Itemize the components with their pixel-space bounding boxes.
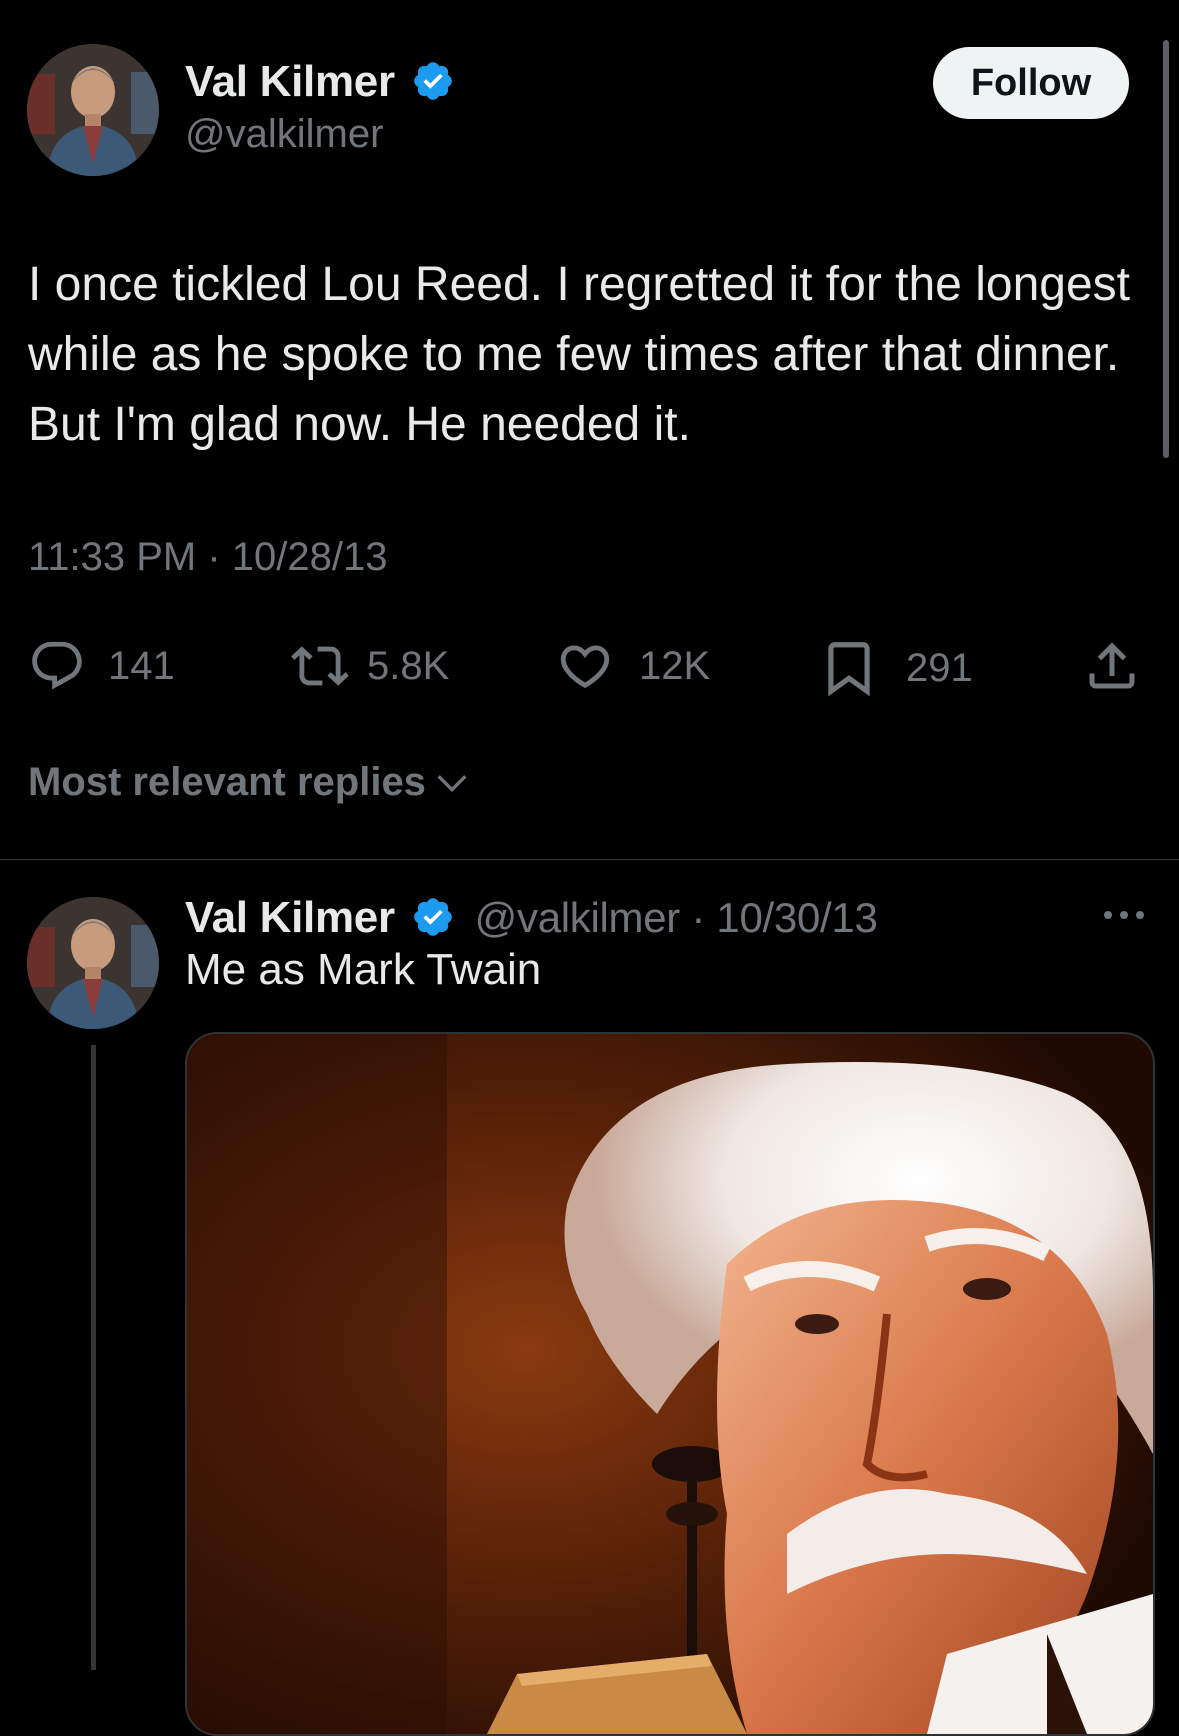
reply-button[interactable]: 141 (28, 637, 175, 695)
bookmark-icon (828, 642, 870, 697)
replies-sort-dropdown[interactable]: Most relevant replies (28, 760, 472, 805)
follow-button[interactable]: Follow (933, 47, 1129, 119)
reply-media-image[interactable] (185, 1032, 1155, 1736)
thread-connector-line (91, 1045, 96, 1670)
verified-badge-icon (413, 898, 452, 937)
replies-sort-label: Most relevant replies (28, 760, 426, 804)
share-button[interactable] (1082, 636, 1142, 696)
reply-author-name[interactable]: Val Kilmer (185, 893, 395, 942)
reply-author-avatar[interactable] (27, 897, 159, 1029)
chevron-down-icon (437, 774, 467, 792)
reply-handle-date[interactable]: @valkilmer · 10/30/13 (475, 894, 878, 941)
verified-badge-icon (413, 62, 452, 101)
reply-count: 141 (108, 643, 175, 688)
tweet-text: I once tickled Lou Reed. I regretted it … (28, 258, 1130, 451)
repost-count: 5.8K (367, 643, 450, 688)
author-name-row[interactable]: Val Kilmer (185, 57, 455, 107)
section-divider (0, 859, 1179, 860)
reply-author-row[interactable]: Val Kilmer @valkilmer · 10/30/13 (185, 893, 878, 943)
repost-button[interactable]: 5.8K (287, 637, 449, 695)
bookmark-button[interactable]: 291 (818, 637, 973, 699)
reply-icon (32, 641, 82, 690)
bookmark-count: 291 (906, 645, 973, 690)
repost-icon (291, 646, 349, 686)
like-count: 12K (639, 643, 711, 688)
author-avatar[interactable] (27, 44, 159, 176)
author-handle[interactable]: @valkilmer (185, 112, 383, 157)
tweet-timestamp[interactable]: 11:33 PM · 10/28/13 (28, 535, 388, 580)
like-button[interactable]: 12K (555, 637, 710, 695)
share-icon (1089, 642, 1135, 689)
scrollbar[interactable] (1163, 40, 1169, 458)
like-icon (560, 645, 610, 689)
author-name[interactable]: Val Kilmer (185, 57, 395, 106)
more-icon (1104, 911, 1144, 919)
reply-text: Me as Mark Twain (185, 945, 542, 994)
more-options-button[interactable] (1100, 900, 1148, 935)
